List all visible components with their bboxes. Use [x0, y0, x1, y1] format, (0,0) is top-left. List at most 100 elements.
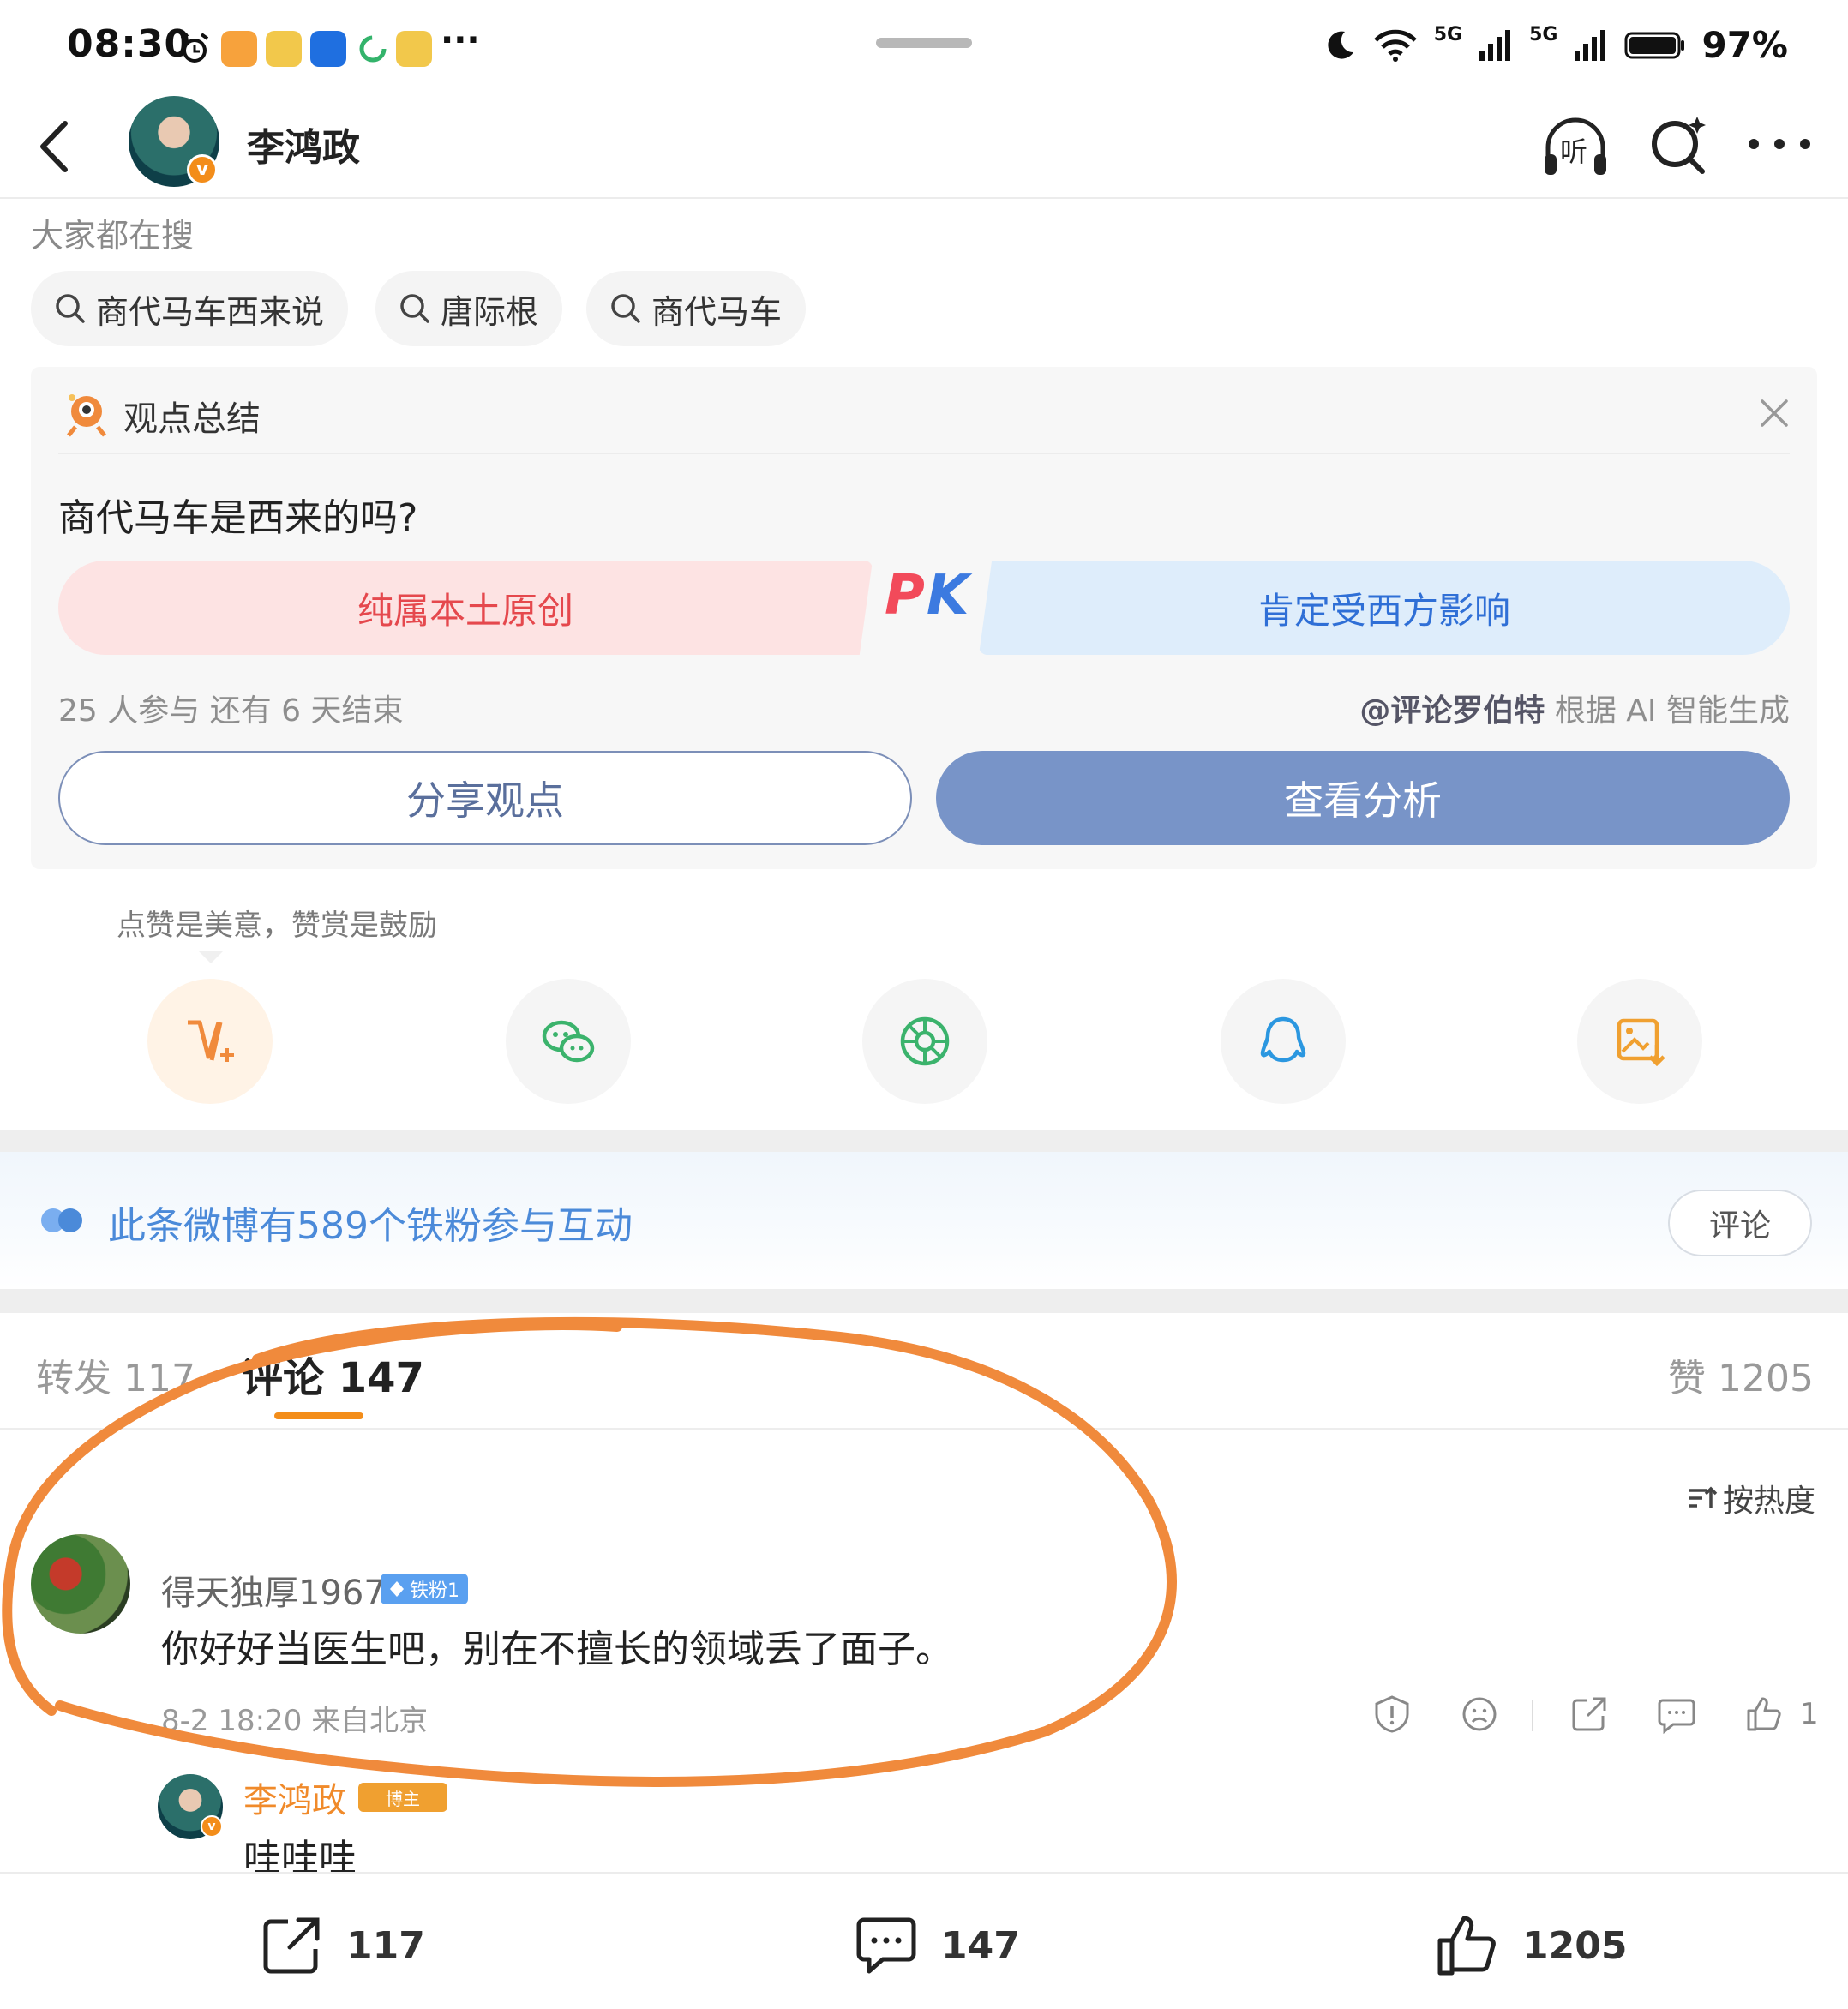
author-name[interactable]: 李鸿政	[247, 117, 360, 171]
wifi-icon	[1373, 29, 1417, 62]
pk-label-p: P	[885, 564, 927, 627]
source-user-link[interactable]: @评论罗伯特	[1359, 693, 1545, 729]
weibo-notification-icon	[266, 31, 302, 67]
reply-author-name[interactable]: 李鸿政	[243, 1772, 346, 1822]
search-icon	[56, 294, 85, 323]
fans-text: 此条微博有589个铁粉参与互动	[108, 1204, 633, 1248]
divider	[0, 1428, 1848, 1430]
divider	[58, 453, 1790, 454]
opinion-question: 商代马车是西来的吗?	[58, 496, 418, 540]
divider	[1532, 1700, 1533, 1731]
moments-icon	[900, 1016, 950, 1066]
search-chip[interactable]: 商代马车西来说	[31, 271, 349, 346]
sync-icon	[359, 35, 387, 63]
source-suffix: 根据 AI 智能生成	[1545, 693, 1790, 729]
reward-icon	[188, 1020, 234, 1062]
hot-search-label: 大家都在搜	[31, 217, 195, 255]
listen-button[interactable]: 听	[1539, 111, 1611, 183]
repost-button[interactable]: 117	[257, 1911, 425, 1980]
status-indicators: 5G 5G 97%	[1323, 24, 1788, 66]
reply-icon[interactable]	[1656, 1694, 1697, 1735]
opinion-title: 观点总结	[123, 399, 261, 439]
share-moments-button[interactable]	[862, 979, 987, 1104]
battery-icon	[1624, 32, 1685, 58]
signal-icon-1	[1479, 29, 1511, 61]
comment-button[interactable]: 147	[852, 1911, 1020, 1980]
opinion-summary-card: 观点总结 商代马车是西来的吗? 纯属本土原创 PK 肯定受西方影响 25 人参与…	[31, 367, 1817, 869]
more-options-icon[interactable]	[1745, 127, 1814, 161]
diamond-icon	[390, 1581, 404, 1597]
save-image-icon	[1617, 1018, 1665, 1067]
search-icon[interactable]	[1646, 111, 1714, 180]
close-icon[interactable]	[1755, 394, 1793, 432]
moon-icon	[1328, 31, 1353, 59]
section-separator	[0, 1130, 1848, 1152]
status-bar: 08:30 ··· 5G 5G 97%	[0, 0, 1848, 96]
share-qq-button[interactable]	[1221, 979, 1346, 1104]
more-notifications: ···	[441, 21, 480, 60]
search-chip[interactable]: 唐际根	[375, 271, 563, 346]
commenter-name[interactable]: 得天独厚1967	[161, 1565, 386, 1615]
like-count: 1205	[1522, 1923, 1628, 1968]
fans-icon	[41, 1208, 82, 1232]
network-label-2: 5G	[1529, 24, 1558, 45]
reward-button[interactable]	[147, 979, 273, 1104]
sort-icon	[1688, 1486, 1718, 1508]
alarm-icon	[180, 33, 209, 63]
autohome-notification-icon	[310, 31, 346, 67]
post-header: v 李鸿政 听	[0, 96, 1848, 199]
like-icon	[1437, 1916, 1496, 1976]
share-opinion-button[interactable]: 分享观点	[58, 751, 912, 845]
comment-icon	[856, 1917, 916, 1974]
opinion-source: @评论罗伯特 根据 AI 智能生成	[1359, 686, 1790, 730]
drag-handle[interactable]	[876, 38, 972, 48]
share-icon[interactable]	[1569, 1694, 1610, 1735]
status-time: 08:30	[67, 22, 192, 66]
section-separator	[0, 1289, 1848, 1313]
chip-label: 商代马车	[651, 292, 783, 331]
signal-icon-2	[1575, 29, 1606, 61]
pk-label: PK	[885, 564, 971, 627]
app-notification-icon	[221, 31, 257, 67]
battery-level: 97%	[1701, 24, 1788, 66]
comment-meta: 8-2 18:20 来自北京	[161, 1704, 429, 1738]
fans-comment-button[interactable]: 评论	[1668, 1190, 1812, 1256]
opinion-meta: 25 人参与 还有 6 天结束	[58, 693, 404, 729]
iron-fan-badge: 铁粉1	[381, 1574, 468, 1604]
chip-label: 唐际根	[441, 292, 539, 331]
iron-fans-bar[interactable]: 此条微博有589个铁粉参与互动 评论	[0, 1152, 1848, 1289]
tab-comment[interactable]: 评论 147	[242, 1344, 424, 1404]
save-image-button[interactable]	[1577, 979, 1702, 1104]
search-chip[interactable]: 商代马车	[586, 271, 807, 346]
sort-button[interactable]: 按热度	[1685, 1476, 1815, 1520]
tab-like[interactable]: 赞 1205	[1668, 1347, 1814, 1402]
comment-count: 147	[941, 1923, 1020, 1968]
robot-mascot-icon	[67, 394, 106, 437]
bottom-action-bar: 117 147 1205	[0, 1872, 1848, 2009]
pk-label-k: K	[926, 564, 971, 627]
weibo-notification-icon-2	[396, 31, 432, 67]
tab-repost[interactable]: 转发 117	[36, 1347, 195, 1402]
search-icon	[400, 294, 429, 323]
active-tab-indicator	[274, 1412, 363, 1419]
listen-label: 听	[1560, 135, 1588, 168]
report-icon[interactable]	[1371, 1694, 1413, 1735]
view-analysis-button[interactable]: 查看分析	[936, 751, 1790, 845]
repost-icon	[263, 1917, 320, 1974]
dislike-face-icon[interactable]	[1459, 1694, 1500, 1735]
fan-badge-label: 铁粉1	[410, 1580, 459, 1602]
commenter-avatar[interactable]	[31, 1534, 130, 1634]
vote-option-right[interactable]: 肯定受西方影响	[979, 561, 1790, 655]
back-button[interactable]	[31, 117, 82, 177]
search-icon	[611, 294, 640, 323]
like-icon[interactable]	[1743, 1694, 1785, 1735]
verified-badge: v	[187, 154, 218, 185]
vote-option-left[interactable]: 纯属本土原创	[58, 561, 873, 655]
comment-text: 你好好当医生吧，别在不擅长的领域丢了面子。	[161, 1628, 953, 1671]
network-label-1: 5G	[1433, 24, 1463, 45]
repost-count: 117	[346, 1923, 425, 1968]
reward-tip: 点赞是美意，赞赏是鼓励	[117, 909, 437, 943]
share-wechat-button[interactable]	[506, 979, 631, 1104]
like-button[interactable]: 1205	[1433, 1911, 1627, 1980]
qq-icon	[1260, 1016, 1306, 1063]
